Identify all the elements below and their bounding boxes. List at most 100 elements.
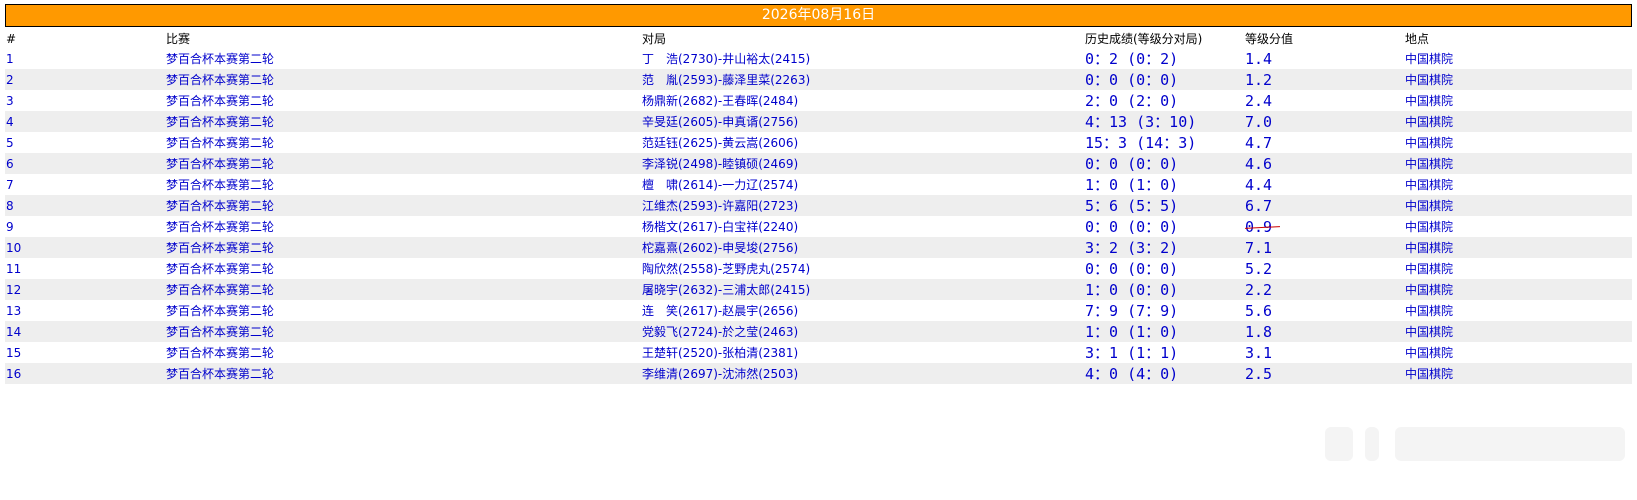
- column-header-game: 对局: [641, 29, 1084, 48]
- row-number[interactable]: 7: [5, 174, 165, 195]
- venue-link[interactable]: 中国棋院: [1404, 216, 1632, 237]
- table-row: 1 梦百合杯本赛第二轮丁 浩(2730)-井山裕太(2415) 0：2 (0：2) 1…: [5, 48, 1632, 69]
- venue-link[interactable]: 中国棋院: [1404, 195, 1632, 216]
- rating-value: 4.4: [1244, 174, 1404, 195]
- row-number[interactable]: 3: [5, 90, 165, 111]
- row-number[interactable]: 16: [5, 363, 165, 384]
- history-record: 0：0 (0：0): [1084, 69, 1244, 90]
- history-record: 3：2 (3：2): [1084, 237, 1244, 258]
- match-name-link[interactable]: 梦百合杯本赛第二轮: [165, 153, 641, 174]
- match-name-link[interactable]: 梦百合杯本赛第二轮: [165, 279, 641, 300]
- rating-value: 2.4: [1244, 90, 1404, 111]
- column-header-match: 比赛: [165, 29, 641, 48]
- venue-link[interactable]: 中国棋院: [1404, 342, 1632, 363]
- table-row: 10 梦百合杯本赛第二轮 柁嘉熹(2602)-申旻埈(2756) 3：2 (3：2) 7…: [5, 237, 1632, 258]
- venue-link[interactable]: 中国棋院: [1404, 69, 1632, 90]
- rating-value: 2.2: [1244, 279, 1404, 300]
- rating-value: 4.7: [1244, 132, 1404, 153]
- match-name-link[interactable]: 梦百合杯本赛第二轮: [165, 237, 641, 258]
- match-name-link[interactable]: 梦百合杯本赛第二轮: [165, 216, 641, 237]
- row-number[interactable]: 15: [5, 342, 165, 363]
- history-record: 15：3 (14：3): [1084, 132, 1244, 153]
- row-number[interactable]: 13: [5, 300, 165, 321]
- rating-value: 7.0: [1244, 111, 1404, 132]
- game-pairing-link[interactable]: 杨楷文(2617)-白宝祥(2240): [641, 216, 1084, 237]
- row-number[interactable]: 14: [5, 321, 165, 342]
- venue-link[interactable]: 中国棋院: [1404, 300, 1632, 321]
- match-name-link[interactable]: 梦百合杯本赛第二轮: [165, 69, 641, 90]
- game-pairing-link[interactable]: 陶欣然(2558)-芝野虎丸(2574): [641, 258, 1084, 279]
- table-row: 9 梦百合杯本赛第二轮 杨楷文(2617)-白宝祥(2240) 0：0 (0：0) 0.…: [5, 216, 1632, 237]
- game-pairing-link[interactable]: 范 胤(2593)-藤泽里菜(2263): [641, 69, 1084, 90]
- table-header-row: # 比赛 对局 历史成绩(等级分对局) 等级分值 地点: [5, 29, 1632, 48]
- venue-link[interactable]: 中国棋院: [1404, 111, 1632, 132]
- table-row: 4 梦百合杯本赛第二轮 辛旻廷(2605)-申真谞(2756) 4：13 (3：10)…: [5, 111, 1632, 132]
- row-number[interactable]: 12: [5, 279, 165, 300]
- row-number[interactable]: 1: [5, 48, 165, 69]
- column-header-history: 历史成绩(等级分对局): [1084, 29, 1244, 48]
- match-name-link[interactable]: 梦百合杯本赛第二轮: [165, 363, 641, 384]
- venue-link[interactable]: 中国棋院: [1404, 258, 1632, 279]
- venue-link[interactable]: 中国棋院: [1404, 237, 1632, 258]
- rating-value: 2.5: [1244, 363, 1404, 384]
- row-number[interactable]: 6: [5, 153, 165, 174]
- venue-link[interactable]: 中国棋院: [1404, 279, 1632, 300]
- match-name-link[interactable]: 梦百合杯本赛第二轮: [165, 174, 641, 195]
- game-pairing-link[interactable]: 党毅飞(2724)-於之莹(2463): [641, 321, 1084, 342]
- venue-link[interactable]: 中国棋院: [1404, 321, 1632, 342]
- table-row: 7 梦百合杯本赛第二轮檀 啸(2614)-一力辽(2574) 1：0 (1：0) 4.…: [5, 174, 1632, 195]
- venue-link[interactable]: 中国棋院: [1404, 132, 1632, 153]
- match-name-link[interactable]: 梦百合杯本赛第二轮: [165, 111, 641, 132]
- row-number[interactable]: 2: [5, 69, 165, 90]
- game-pairing-link[interactable]: 王楚轩(2520)-张柏清(2381): [641, 342, 1084, 363]
- game-pairing-link[interactable]: 檀 啸(2614)-一力辽(2574): [641, 174, 1084, 195]
- rating-value: 7.1: [1244, 237, 1404, 258]
- match-name-link[interactable]: 梦百合杯本赛第二轮: [165, 90, 641, 111]
- match-name-link[interactable]: 梦百合杯本赛第二轮: [165, 132, 641, 153]
- match-name-link[interactable]: 梦百合杯本赛第二轮: [165, 258, 641, 279]
- match-name-link[interactable]: 梦百合杯本赛第二轮: [165, 321, 641, 342]
- row-number[interactable]: 11: [5, 258, 165, 279]
- history-record: 0：2 (0：2): [1084, 48, 1244, 69]
- game-pairing-link[interactable]: 李泽锐(2498)-睦镇硕(2469): [641, 153, 1084, 174]
- column-header-num: #: [5, 29, 165, 48]
- game-pairing-link[interactable]: 丁 浩(2730)-井山裕太(2415): [641, 48, 1084, 69]
- history-record: 0：0 (0：0): [1084, 216, 1244, 237]
- rating-value: 1.2: [1244, 69, 1404, 90]
- row-number[interactable]: 4: [5, 111, 165, 132]
- game-pairing-link[interactable]: 杨鼎新(2682)-王春晖(2484): [641, 90, 1084, 111]
- row-number[interactable]: 10: [5, 237, 165, 258]
- venue-link[interactable]: 中国棋院: [1404, 90, 1632, 111]
- venue-link[interactable]: 中国棋院: [1404, 363, 1632, 384]
- match-name-link[interactable]: 梦百合杯本赛第二轮: [165, 300, 641, 321]
- rating-value: 0.9: [1244, 216, 1404, 237]
- rating-value: 4.6: [1244, 153, 1404, 174]
- game-pairing-link[interactable]: 屠晓宇(2632)-三浦太郎(2415): [641, 279, 1084, 300]
- venue-link[interactable]: 中国棋院: [1404, 174, 1632, 195]
- history-record: 4：0 (4：0): [1084, 363, 1244, 384]
- match-name-link[interactable]: 梦百合杯本赛第二轮: [165, 195, 641, 216]
- match-name-link[interactable]: 梦百合杯本赛第二轮: [165, 48, 641, 69]
- schedule-container: 2026年08月16日 # 比赛 对局 历史成绩(等级分对局) 等级分值 地点 …: [5, 4, 1632, 384]
- row-number[interactable]: 9: [5, 216, 165, 237]
- table-row: 2 梦百合杯本赛第二轮范 胤(2593)-藤泽里菜(2263) 0：0 (0：0) 1…: [5, 69, 1632, 90]
- game-pairing-link[interactable]: 江维杰(2593)-许嘉阳(2723): [641, 195, 1084, 216]
- venue-link[interactable]: 中国棋院: [1404, 153, 1632, 174]
- game-pairing-link[interactable]: 柁嘉熹(2602)-申旻埈(2756): [641, 237, 1084, 258]
- rating-value: 1.4: [1244, 48, 1404, 69]
- game-pairing-link[interactable]: 李维清(2697)-沈沛然(2503): [641, 363, 1084, 384]
- row-number[interactable]: 8: [5, 195, 165, 216]
- history-record: 0：0 (0：0): [1084, 258, 1244, 279]
- game-pairing-link[interactable]: 连 笑(2617)-赵晨宇(2656): [641, 300, 1084, 321]
- row-number[interactable]: 5: [5, 132, 165, 153]
- history-record: 4：13 (3：10): [1084, 111, 1244, 132]
- table-row: 5 梦百合杯本赛第二轮 范廷钰(2625)-黄云嵩(2606) 15：3 (14：3)…: [5, 132, 1632, 153]
- table-row: 3 梦百合杯本赛第二轮 杨鼎新(2682)-王春晖(2484) 2：0 (2：0) 2.…: [5, 90, 1632, 111]
- column-header-venue: 地点: [1404, 29, 1632, 48]
- game-pairing-link[interactable]: 范廷钰(2625)-黄云嵩(2606): [641, 132, 1084, 153]
- rating-value: 1.8: [1244, 321, 1404, 342]
- match-name-link[interactable]: 梦百合杯本赛第二轮: [165, 342, 641, 363]
- venue-link[interactable]: 中国棋院: [1404, 48, 1632, 69]
- date-header: 2026年08月16日: [5, 4, 1632, 27]
- game-pairing-link[interactable]: 辛旻廷(2605)-申真谞(2756): [641, 111, 1084, 132]
